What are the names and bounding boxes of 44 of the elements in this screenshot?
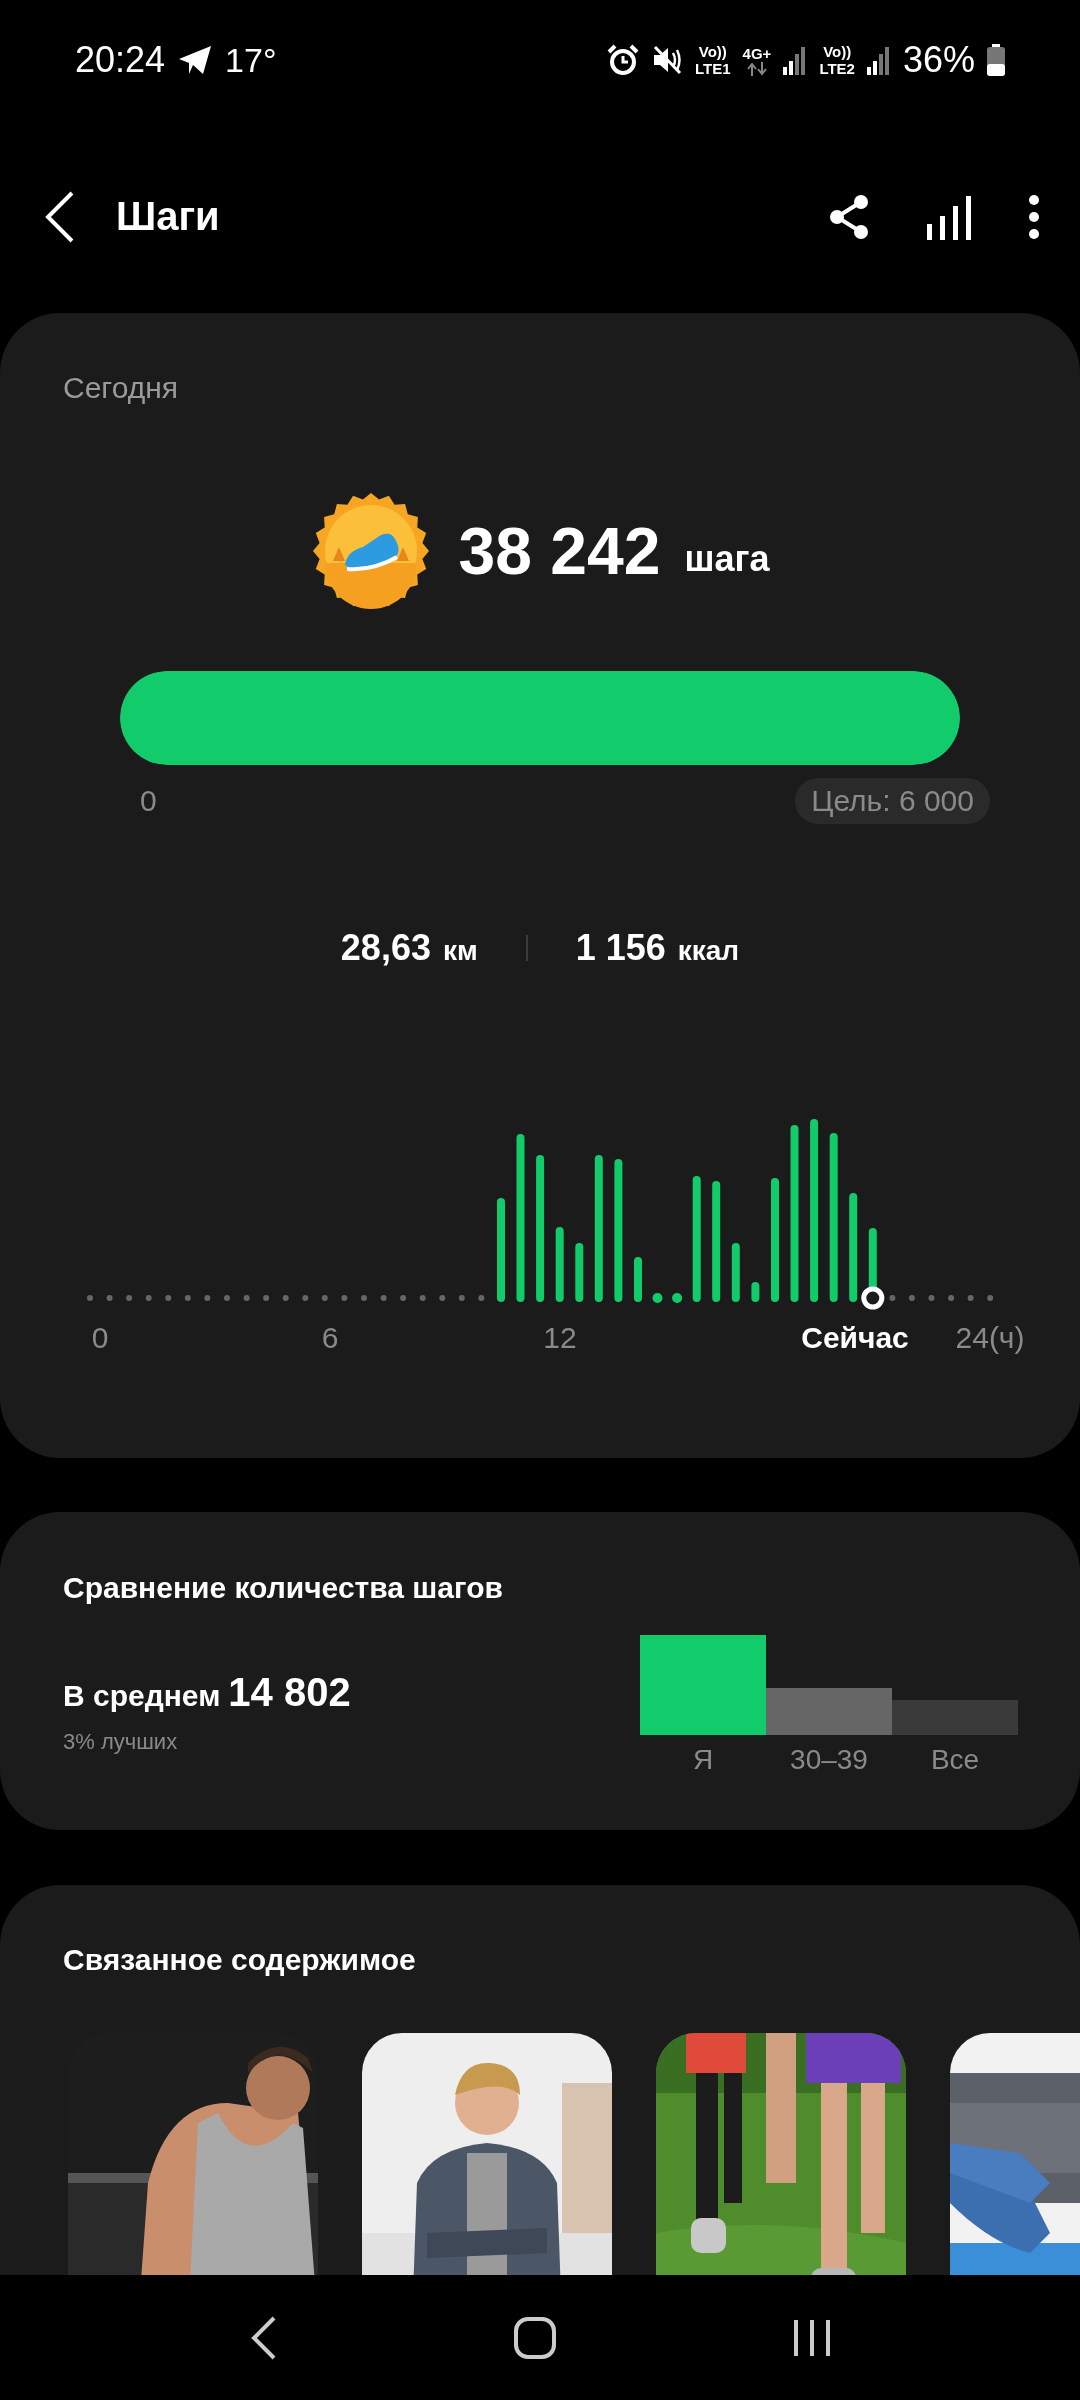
axis-label: 6 xyxy=(321,1320,339,1356)
average-label: В среднем xyxy=(63,1678,221,1714)
step-count: 38 242 xyxy=(458,513,661,589)
sim-voice-label: Vo)) xyxy=(823,43,852,60)
average-value: 14 802 xyxy=(228,1670,351,1714)
step-unit: шага xyxy=(684,538,770,580)
data-type-label: 4G+ xyxy=(742,44,772,62)
clock-time: 20:24 xyxy=(75,39,166,81)
stat-unit: ккал xyxy=(677,935,740,966)
section-label: Сегодня xyxy=(63,371,179,405)
battery-percent: 36% xyxy=(902,39,975,81)
home-icon[interactable] xyxy=(513,2315,557,2360)
data-arrows-icon xyxy=(746,61,768,76)
temperature: 17° xyxy=(225,40,277,80)
stat-value: 1 156 xyxy=(575,927,666,968)
sim-voice-label: Vo)) xyxy=(698,43,727,60)
stat-value: 28,63 xyxy=(340,927,431,968)
more-options-icon[interactable] xyxy=(1028,193,1040,240)
paper-plane-icon xyxy=(177,44,214,76)
section-title: Сравнение количества шагов xyxy=(63,1570,504,1606)
sim-network-label: LTE2 xyxy=(819,60,855,77)
signal-icon xyxy=(783,45,808,75)
stat-unit: км xyxy=(442,935,478,966)
page-title: Шаги xyxy=(116,194,221,239)
current-time-label: Сейчас xyxy=(801,1320,909,1356)
recent-apps-icon[interactable] xyxy=(792,2317,833,2358)
rank-label: 3% лучших xyxy=(63,1728,179,1756)
progress-start-label: 0 xyxy=(140,784,157,818)
sim-network-label: LTE1 xyxy=(695,60,731,77)
axis-label: 0 xyxy=(91,1320,109,1356)
shoe-badge-icon xyxy=(310,491,431,611)
battery-icon xyxy=(987,44,1005,76)
share-icon[interactable] xyxy=(828,193,870,240)
alarm-icon xyxy=(607,44,640,76)
axis-label: 24(ч) xyxy=(955,1320,1025,1356)
bar-chart-icon[interactable] xyxy=(926,193,972,240)
section-title: Связанное содержимое xyxy=(62,1942,417,1978)
signal-icon xyxy=(866,45,891,75)
bar-label: 30–39 xyxy=(789,1743,869,1777)
bar-label: Я xyxy=(691,1743,715,1777)
bar-label: Все xyxy=(929,1743,981,1777)
axis-label: 12 xyxy=(543,1320,577,1356)
goal-label: Цель: 6 000 xyxy=(795,778,990,824)
muted-speaker-icon xyxy=(651,44,684,76)
